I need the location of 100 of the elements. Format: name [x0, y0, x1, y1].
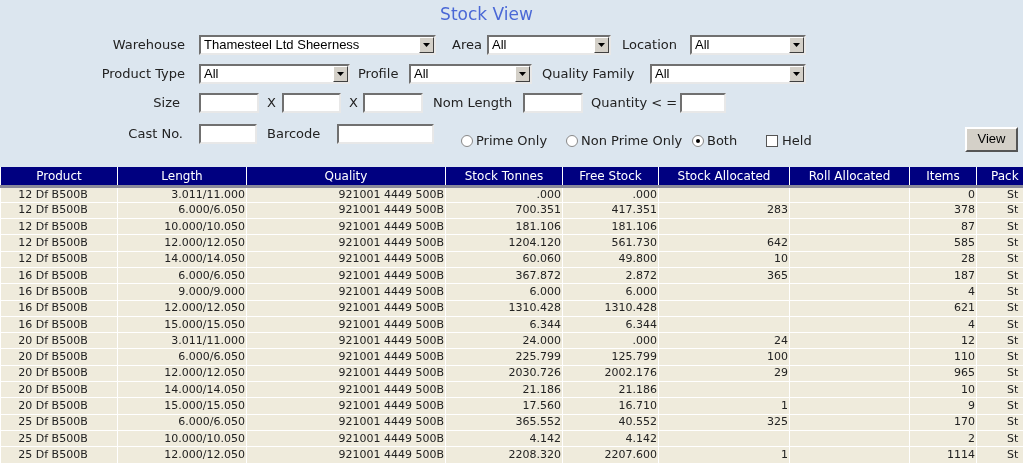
- table-cell: 921001 4449 500B: [246, 365, 446, 382]
- table-cell: 12 Df B500B: [0, 234, 118, 252]
- input-field[interactable]: [680, 93, 726, 113]
- dropdown-select[interactable]: All: [650, 64, 806, 84]
- table-cell: 6.000/6.050: [117, 267, 247, 284]
- table-cell: 921001 4449 500B: [246, 397, 446, 415]
- table-cell: 1: [658, 397, 790, 415]
- caret-icon: [333, 66, 348, 82]
- table-cell: St: [976, 414, 1023, 431]
- dropdown-select[interactable]: All: [409, 64, 532, 84]
- dropdown-select[interactable]: All: [199, 64, 350, 84]
- table-cell: 60.060: [445, 251, 563, 268]
- table-cell: 6.000: [562, 283, 659, 301]
- dropdown-select[interactable]: All: [487, 35, 611, 55]
- field-label: Nom Length: [433, 94, 514, 113]
- caret-icon: [789, 37, 804, 53]
- table-cell: 0: [909, 186, 977, 203]
- column-header[interactable]: Items: [909, 167, 977, 186]
- table-cell: 4: [909, 316, 977, 333]
- radio-button[interactable]: [566, 135, 578, 147]
- table-cell: 225.799: [445, 348, 563, 366]
- table-cell: 1310.428: [562, 300, 659, 317]
- table-cell: 3.011/11.000: [117, 186, 247, 203]
- table-cell: 15.000/15.050: [117, 397, 247, 415]
- table-cell: 6.000/6.050: [117, 348, 247, 366]
- table-cell: 6.000: [445, 283, 563, 301]
- table-cell: 87: [909, 218, 977, 235]
- table-cell: 14.000/14.050: [117, 251, 247, 268]
- table-cell: 16 Df B500B: [0, 316, 118, 333]
- input-field[interactable]: [337, 124, 434, 144]
- input-field[interactable]: [199, 124, 257, 144]
- table-cell: 965: [909, 365, 977, 382]
- table-cell: 4.142: [562, 430, 659, 447]
- table-cell: 20 Df B500B: [0, 348, 118, 366]
- table-cell: St: [976, 202, 1023, 219]
- table-cell: St: [976, 251, 1023, 268]
- checkbox[interactable]: [766, 135, 778, 147]
- radio-label: Non Prime Only: [581, 132, 683, 151]
- field-label: Barcode: [267, 125, 322, 144]
- table-cell: 28: [909, 251, 977, 268]
- column-header[interactable]: Product: [0, 167, 118, 186]
- column-header[interactable]: Roll Allocated: [789, 167, 910, 186]
- field-label: Size: [152, 94, 181, 113]
- table-cell: .000: [562, 186, 659, 203]
- field-label: Profile: [358, 65, 400, 84]
- table-cell: 9.000/9.000: [117, 283, 247, 301]
- table-cell: 10.000/10.050: [117, 218, 247, 235]
- table-cell: 17.560: [445, 397, 563, 415]
- table-cell: 10: [909, 381, 977, 398]
- column-header[interactable]: Quality: [246, 167, 446, 186]
- input-field[interactable]: [523, 93, 583, 113]
- table-cell: 100: [658, 348, 790, 366]
- table-cell: 921001 4449 500B: [246, 283, 446, 301]
- input-field[interactable]: [199, 93, 259, 113]
- table-cell: 181.106: [562, 218, 659, 235]
- caret-icon: [419, 37, 434, 53]
- table-cell: 921001 4449 500B: [246, 202, 446, 219]
- table-cell: 921001 4449 500B: [246, 218, 446, 235]
- table-cell: 921001 4449 500B: [246, 316, 446, 333]
- table-cell: 2: [909, 430, 977, 447]
- column-header[interactable]: Pack: [976, 167, 1023, 186]
- table-cell: 367.872: [445, 267, 563, 284]
- column-header[interactable]: Free Stock: [562, 167, 659, 186]
- table-cell: 365: [658, 267, 790, 284]
- table-cell: 12: [909, 332, 977, 349]
- table-cell: 921001 4449 500B: [246, 267, 446, 284]
- radio-label: Prime Only: [476, 132, 548, 151]
- field-label: Area: [451, 36, 482, 55]
- dropdown-select[interactable]: All: [690, 35, 806, 55]
- table-cell: .000: [562, 332, 659, 349]
- table-cell: 921001 4449 500B: [246, 234, 446, 252]
- table-cell: St: [976, 365, 1023, 382]
- table-cell: 921001 4449 500B: [246, 332, 446, 349]
- table-cell: 6.344: [445, 316, 563, 333]
- table-cell: 12 Df B500B: [0, 186, 118, 203]
- radio-button[interactable]: [461, 135, 473, 147]
- table-cell: 170: [909, 414, 977, 431]
- table-cell: 16 Df B500B: [0, 300, 118, 317]
- table-cell: 2002.176: [562, 365, 659, 382]
- column-header[interactable]: Stock Allocated: [658, 167, 790, 186]
- table-cell: 921001 4449 500B: [246, 300, 446, 317]
- table-cell: 12 Df B500B: [0, 251, 118, 268]
- table-cell: 921001 4449 500B: [246, 414, 446, 431]
- caret-icon: [594, 37, 609, 53]
- table-cell: 49.800: [562, 251, 659, 268]
- table-cell: 16.710: [562, 397, 659, 415]
- table-cell: 325: [658, 414, 790, 431]
- radio-button[interactable]: [692, 135, 704, 147]
- table-cell: 921001 4449 500B: [246, 381, 446, 398]
- input-field[interactable]: [282, 93, 341, 113]
- column-header[interactable]: Length: [117, 167, 247, 186]
- input-field[interactable]: [363, 93, 423, 113]
- table-cell: 642: [658, 234, 790, 252]
- column-header[interactable]: Stock Tonnes: [445, 167, 563, 186]
- table-cell: 181.106: [445, 218, 563, 235]
- dropdown-select[interactable]: Thamesteel Ltd Sheerness: [199, 35, 436, 55]
- view-button[interactable]: View: [965, 126, 1018, 152]
- table-cell: 6.000/6.050: [117, 202, 247, 219]
- table-cell: 921001 4449 500B: [246, 348, 446, 366]
- table-cell: 187: [909, 267, 977, 284]
